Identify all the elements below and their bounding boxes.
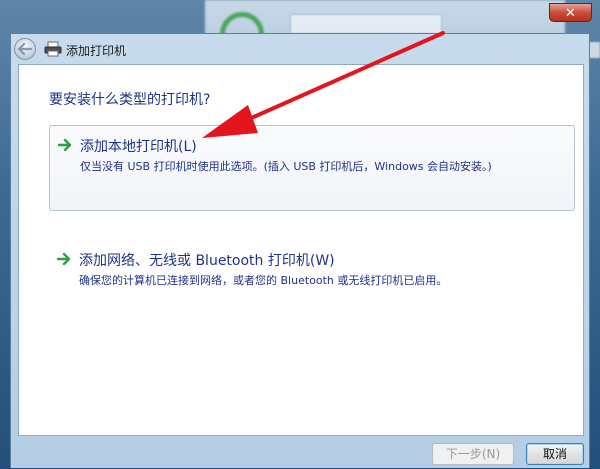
option-title: 添加本地打印机(L) [80, 139, 197, 155]
close-button[interactable]: ✕ [549, 3, 592, 22]
next-button[interactable]: 下一步(N) [432, 443, 514, 465]
dialog-footer: 下一步(N) 取消 [11, 436, 589, 469]
add-printer-dialog: 添加打印机 要安装什么类型的打印机? 添加本地打印机(L) 仅当没有 USB 打… [10, 33, 590, 468]
back-arrow-icon [18, 43, 32, 55]
green-arrow-icon [57, 253, 71, 265]
title-bar: 添加打印机 [11, 34, 589, 64]
dialog-content: 要安装什么类型的打印机? 添加本地打印机(L) 仅当没有 USB 打印机时使用此… [18, 64, 584, 436]
printer-icon [44, 41, 62, 57]
background-browser-tab [290, 14, 442, 34]
cancel-button[interactable]: 取消 [526, 443, 584, 465]
option-add-network-printer[interactable]: 添加网络、无线或 Bluetooth 打印机(W) 确保您的计算机已连接到网络，… [49, 240, 575, 300]
option-description: 仅当没有 USB 打印机时使用此选项。(插入 USB 打印机后，Windows … [80, 160, 492, 173]
option-title: 添加网络、无线或 Bluetooth 打印机(W) [79, 253, 335, 269]
page-heading: 要安装什么类型的打印机? [49, 92, 211, 108]
option-add-local-printer[interactable]: 添加本地打印机(L) 仅当没有 USB 打印机时使用此选项。(插入 USB 打印… [49, 125, 575, 211]
option-description: 确保您的计算机已连接到网络，或者您的 Bluetooth 或无线打印机已启用。 [79, 274, 448, 287]
green-arrow-icon [58, 139, 72, 151]
back-button[interactable] [14, 38, 36, 60]
window-title: 添加打印机 [66, 44, 127, 58]
